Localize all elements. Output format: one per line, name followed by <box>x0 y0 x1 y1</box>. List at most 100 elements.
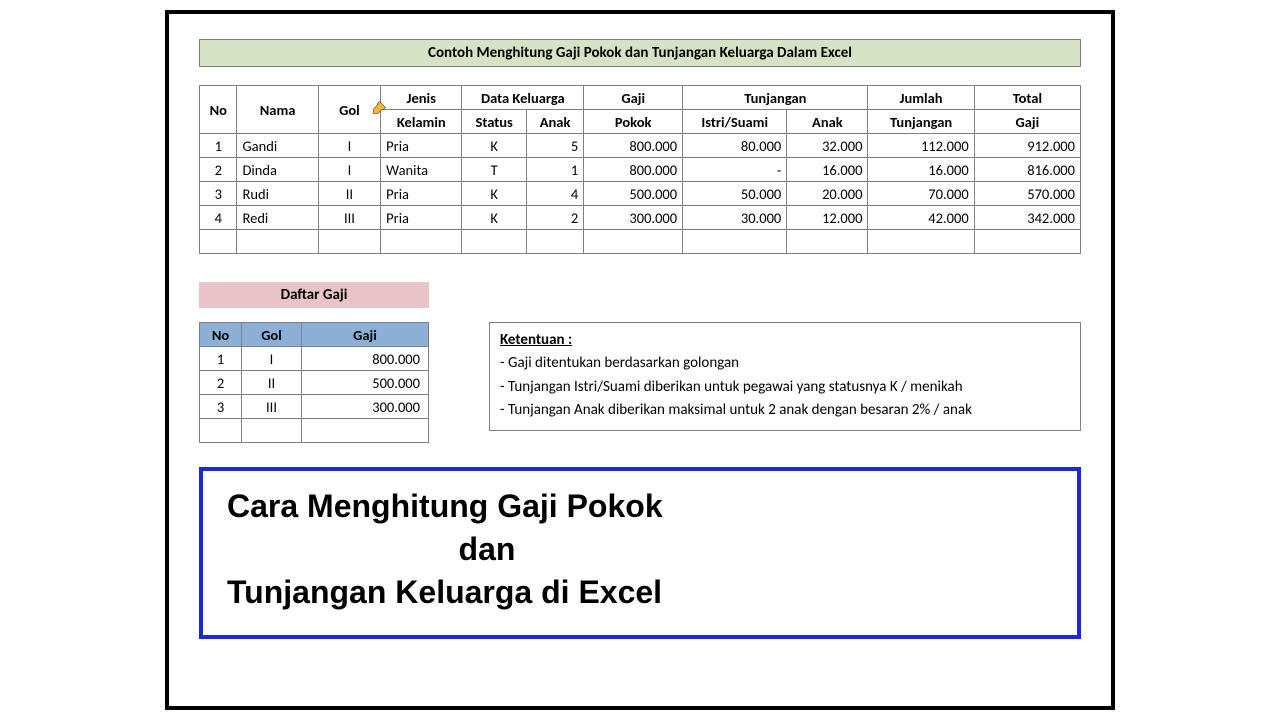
cell[interactable] <box>200 230 237 254</box>
cell[interactable]: 300.000 <box>302 395 429 419</box>
col-pokok: Pokok <box>584 110 683 134</box>
cell[interactable]: 16.000 <box>787 158 868 182</box>
cell[interactable]: 2 <box>526 206 583 230</box>
cell[interactable]: Pria <box>381 206 462 230</box>
page-title: Contoh Menghitung Gaji Pokok dan Tunjang… <box>199 39 1081 67</box>
cell[interactable]: 3 <box>200 395 242 419</box>
cell[interactable]: Gandi <box>237 134 318 158</box>
col-nama: Nama <box>237 86 318 134</box>
cell[interactable]: 1 <box>200 134 237 158</box>
col-no: No <box>200 323 242 347</box>
cell[interactable]: 42.000 <box>868 206 974 230</box>
cell[interactable]: Pria <box>381 182 462 206</box>
cell[interactable] <box>526 230 583 254</box>
col-anak-t: Anak <box>787 110 868 134</box>
cell[interactable]: I <box>318 134 380 158</box>
col-total-gaji: Gaji <box>974 110 1080 134</box>
col-gol: Gol <box>242 323 302 347</box>
col-istri: Istri/Suami <box>683 110 787 134</box>
lookup-title: Daftar Gaji <box>199 282 429 308</box>
col-jenis: Jenis <box>381 86 462 110</box>
table-row: 2 II 500.000 <box>200 371 429 395</box>
cell[interactable]: 12.000 <box>787 206 868 230</box>
cell[interactable] <box>683 230 787 254</box>
rules-line: - Tunjangan Anak diberikan maksimal untu… <box>500 399 1070 422</box>
cell[interactable]: 70.000 <box>868 182 974 206</box>
col-gaji: Gaji <box>584 86 683 110</box>
col-kelamin: Kelamin <box>381 110 462 134</box>
col-tunjangan: Tunjangan <box>683 86 868 110</box>
cell[interactable]: II <box>242 371 302 395</box>
cell[interactable] <box>381 230 462 254</box>
col-gol: Gol <box>318 86 380 134</box>
headline-line: Cara Menghitung Gaji Pokok <box>227 485 1053 528</box>
cell[interactable]: 500.000 <box>584 182 683 206</box>
cell[interactable] <box>974 230 1080 254</box>
cell[interactable]: 4 <box>200 206 237 230</box>
cell[interactable]: Wanita <box>381 158 462 182</box>
cell[interactable]: III <box>318 206 380 230</box>
cell[interactable]: 1 <box>200 347 242 371</box>
cell[interactable] <box>868 230 974 254</box>
cell[interactable]: 5 <box>526 134 583 158</box>
col-data-keluarga: Data Keluarga <box>462 86 584 110</box>
cell[interactable]: 2 <box>200 158 237 182</box>
lookup-table: No Gol Gaji 1 I 800.000 2 II 500.000 3 I… <box>199 322 429 443</box>
cell[interactable]: 570.000 <box>974 182 1080 206</box>
cell[interactable]: I <box>318 158 380 182</box>
cell[interactable]: 300.000 <box>584 206 683 230</box>
col-total: Total <box>974 86 1080 110</box>
lookup-area: Daftar Gaji No Gol Gaji 1 I 800.000 2 II… <box>199 282 429 443</box>
cell[interactable]: K <box>462 134 527 158</box>
cell[interactable]: 50.000 <box>683 182 787 206</box>
cell[interactable]: 80.000 <box>683 134 787 158</box>
table-row: 2 Dinda I Wanita T 1 800.000 - 16.000 16… <box>200 158 1081 182</box>
table-row-empty <box>200 230 1081 254</box>
cell[interactable]: Pria <box>381 134 462 158</box>
table-row: 4 Redi III Pria K 2 300.000 30.000 12.00… <box>200 206 1081 230</box>
cell[interactable]: 4 <box>526 182 583 206</box>
cell[interactable]: II <box>318 182 380 206</box>
cell[interactable]: 2 <box>200 371 242 395</box>
cell[interactable] <box>318 230 380 254</box>
table-row-empty <box>200 419 429 443</box>
col-jumlah: Jumlah <box>868 86 974 110</box>
cell[interactable] <box>242 419 302 443</box>
table-row: 3 Rudi II Pria K 4 500.000 50.000 20.000… <box>200 182 1081 206</box>
cell[interactable]: III <box>242 395 302 419</box>
cell[interactable]: - <box>683 158 787 182</box>
cell[interactable]: T <box>462 158 527 182</box>
salary-table: No Nama Gol Jenis Data Keluarga Gaji Tun… <box>199 85 1081 254</box>
cell[interactable]: 1 <box>526 158 583 182</box>
cell[interactable]: 800.000 <box>302 347 429 371</box>
cell[interactable]: 800.000 <box>584 158 683 182</box>
cell[interactable] <box>584 230 683 254</box>
cell[interactable]: 342.000 <box>974 206 1080 230</box>
cell[interactable] <box>237 230 318 254</box>
cell[interactable] <box>787 230 868 254</box>
cell[interactable]: 16.000 <box>868 158 974 182</box>
cell[interactable]: 800.000 <box>584 134 683 158</box>
spreadsheet-frame: Contoh Menghitung Gaji Pokok dan Tunjang… <box>165 10 1115 710</box>
cell[interactable]: I <box>242 347 302 371</box>
cell[interactable]: K <box>462 206 527 230</box>
cell[interactable]: K <box>462 182 527 206</box>
cell[interactable]: 912.000 <box>974 134 1080 158</box>
cell[interactable]: 32.000 <box>787 134 868 158</box>
cell[interactable]: 3 <box>200 182 237 206</box>
cell[interactable] <box>302 419 429 443</box>
cell[interactable]: Redi <box>237 206 318 230</box>
cell[interactable]: Dinda <box>237 158 318 182</box>
cell[interactable]: 816.000 <box>974 158 1080 182</box>
cell[interactable]: 20.000 <box>787 182 868 206</box>
cell[interactable]: 112.000 <box>868 134 974 158</box>
cell[interactable]: 30.000 <box>683 206 787 230</box>
headline-line: Tunjangan Keluarga di Excel <box>227 571 1053 614</box>
cell[interactable]: 500.000 <box>302 371 429 395</box>
cell[interactable] <box>462 230 527 254</box>
rules-box: Ketentuan : - Gaji ditentukan berdasarka… <box>489 322 1081 431</box>
headline-line: dan <box>227 528 747 571</box>
rules-heading: Ketentuan : <box>500 329 1070 352</box>
cell[interactable] <box>200 419 242 443</box>
cell[interactable]: Rudi <box>237 182 318 206</box>
